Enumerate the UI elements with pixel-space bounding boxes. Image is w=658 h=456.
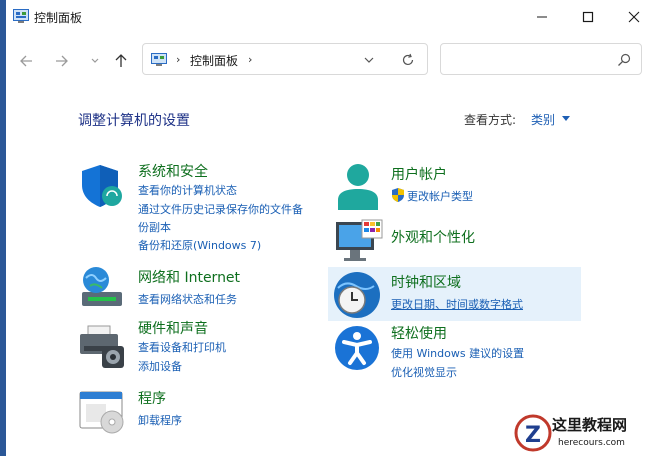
control-panel-icon (151, 53, 167, 66)
navigation-bar: › 控制面板 › (6, 40, 658, 80)
recent-locations-chevron-icon[interactable] (84, 50, 106, 72)
page-title: 调整计算机的设置 (78, 113, 190, 129)
title-bar[interactable]: 控制面板 (6, 0, 658, 34)
category-user-accounts[interactable]: 用户帐户 (391, 164, 447, 184)
link-add-device[interactable]: 添加设备 (138, 358, 182, 374)
minimize-icon (537, 16, 547, 18)
minimize-button[interactable] (519, 0, 565, 34)
search-box[interactable] (440, 43, 642, 75)
link-view-computer-status[interactable]: 查看你的计算机状态 (138, 182, 237, 198)
breadcrumb-separator[interactable]: › (176, 53, 180, 66)
watermark-domain: herecours.com (558, 438, 625, 448)
category-ease-of-access[interactable]: 轻松使用 (391, 323, 447, 343)
shield-icon[interactable] (78, 162, 126, 210)
link-windows-recommended-settings[interactable]: 使用 Windows 建议的设置 (391, 345, 524, 361)
view-by-label: 查看方式: (464, 113, 517, 127)
network-globe-icon[interactable] (78, 264, 126, 312)
clock-globe-icon[interactable] (332, 270, 382, 320)
printer-speaker-icon[interactable] (78, 322, 126, 370)
uac-shield-icon (392, 188, 404, 202)
category-clock-region[interactable]: 时钟和区域 (391, 272, 461, 292)
close-button[interactable] (611, 0, 657, 34)
refresh-icon[interactable] (401, 53, 415, 67)
forward-arrow-icon[interactable] (50, 50, 72, 72)
watermark-logo-icon: Z (514, 414, 552, 452)
search-icon[interactable] (617, 53, 631, 67)
view-by-dropdown[interactable]: 类别 (531, 111, 555, 128)
maximize-button[interactable] (565, 0, 611, 34)
watermark-chinese: 这里教程网 (552, 416, 628, 434)
back-arrow-icon[interactable] (16, 50, 38, 72)
category-programs[interactable]: 程序 (138, 388, 166, 408)
category-appearance[interactable]: 外观和个性化 (391, 227, 475, 247)
up-arrow-icon[interactable] (110, 50, 132, 72)
close-icon (628, 11, 640, 23)
breadcrumb-separator[interactable]: › (248, 53, 252, 66)
link-file-history-cont[interactable]: 份副本 (138, 219, 171, 235)
category-system-security[interactable]: 系统和安全 (138, 161, 208, 181)
maximize-icon (582, 11, 594, 23)
link-file-history[interactable]: 通过文件历史记录保存你的文件备 (138, 201, 303, 217)
link-backup-restore[interactable]: 备份和还原(Windows 7) (138, 237, 261, 253)
view-by-caret-icon[interactable] (562, 116, 570, 121)
window-title: 控制面板 (34, 11, 83, 25)
accessibility-icon[interactable] (334, 325, 380, 371)
link-network-status[interactable]: 查看网络状态和任务 (138, 291, 237, 307)
category-hardware-sound[interactable]: 硬件和声音 (138, 318, 208, 338)
user-icon[interactable] (336, 162, 380, 212)
link-devices-printers[interactable]: 查看设备和打印机 (138, 339, 226, 355)
control-panel-icon (13, 9, 29, 23)
programs-disc-icon[interactable] (78, 390, 126, 436)
control-panel-window: 控制面板 › 控制面板 › 调整计算机的设置 查看方式: 类别 系统和安全 查看… (6, 0, 658, 456)
link-change-date-time-format[interactable]: 更改日期、时间或数字格式 (391, 296, 523, 312)
site-watermark: Z 这里教程网 herecours.com (512, 410, 658, 456)
category-network-internet[interactable]: 网络和 Internet (138, 267, 240, 287)
svg-text:Z: Z (525, 423, 541, 448)
chevron-down-icon[interactable] (363, 54, 375, 66)
link-change-account-type[interactable]: 更改帐户类型 (407, 188, 473, 204)
link-uninstall-program[interactable]: 卸载程序 (138, 412, 182, 428)
monitor-palette-icon[interactable] (334, 218, 384, 264)
address-bar[interactable]: › 控制面板 › (142, 43, 428, 75)
breadcrumb-control-panel[interactable]: 控制面板 (190, 52, 238, 69)
link-optimize-visual-display[interactable]: 优化视觉显示 (391, 364, 457, 380)
